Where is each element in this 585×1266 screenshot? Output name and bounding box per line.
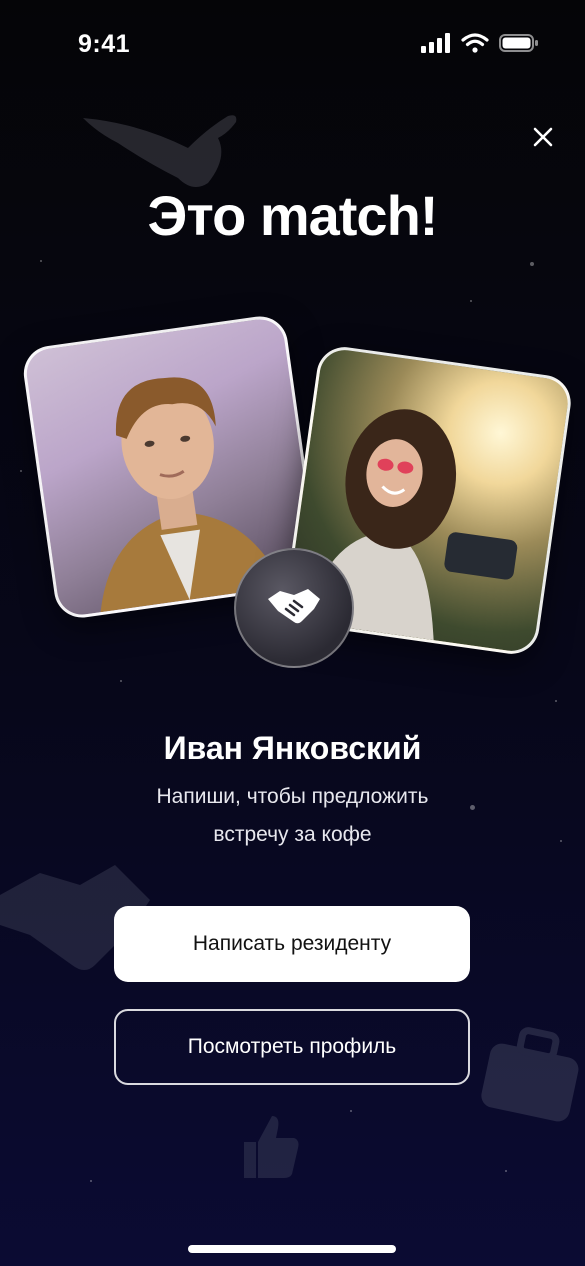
close-button[interactable] [524,118,562,156]
status-icons [421,33,539,53]
match-title: Это match! [147,184,439,247]
message-resident-button[interactable]: Написать резиденту [114,906,470,982]
subtitle-line-1: Напиши, чтобы предложить [156,785,429,808]
view-profile-button[interactable]: Посмотреть профиль [114,1009,470,1085]
status-time: 9:41 [78,30,131,58]
handshake-icon [268,589,320,624]
briefcase-decoration-icon [481,1027,579,1122]
match-badge [234,548,354,668]
matched-user-name: Иван Янковский [163,730,422,766]
status-bar: 9:41 [0,0,585,90]
thumbs-up-decoration-icon [244,1116,299,1178]
battery-icon [499,34,538,52]
signal-icon [421,33,450,53]
home-indicator[interactable] [188,1245,396,1253]
match-subtitle: Напиши, чтобы предложить встречу за кофе [0,778,585,854]
wifi-icon [461,33,489,53]
close-icon [533,127,553,147]
